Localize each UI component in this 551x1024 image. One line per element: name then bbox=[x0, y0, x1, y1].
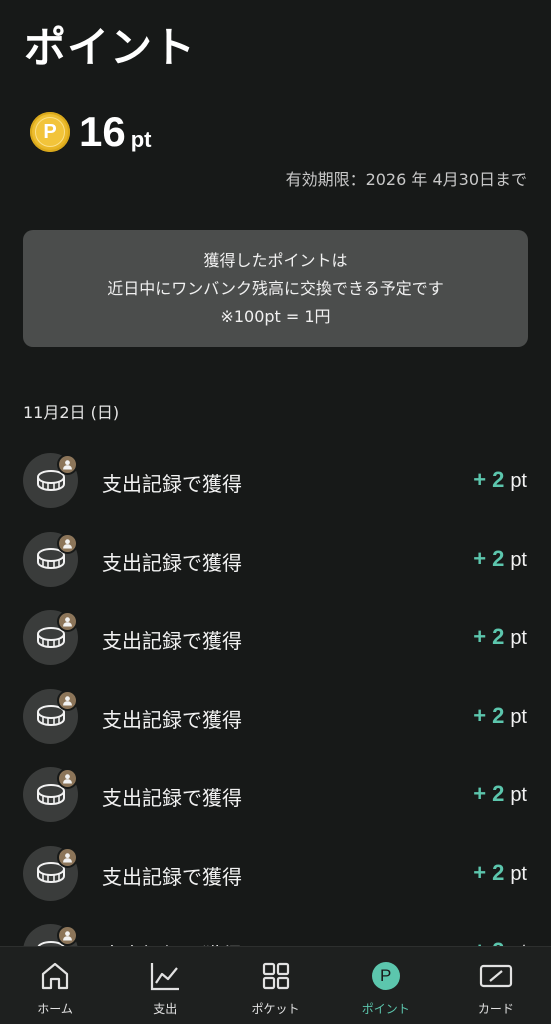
history-row[interactable]: 支出記録で獲得 + 2 pt bbox=[0, 529, 551, 608]
point-coin-icon: P bbox=[30, 112, 70, 152]
history-row-amount: + 2 pt bbox=[473, 624, 527, 650]
amount-sign: + bbox=[473, 702, 487, 728]
point-icon-letter: P bbox=[371, 962, 400, 990]
tab-card[interactable]: カード bbox=[441, 947, 551, 1024]
amount-unit: pt bbox=[510, 470, 527, 492]
history-row[interactable]: 支出記録で獲得 + 2 pt bbox=[0, 686, 551, 765]
bottom-tab-bar: ホーム 支出 ポケット P ポイント カード bbox=[0, 946, 551, 1024]
notice-line: 近日中にワンバンク残高に交換できる予定です bbox=[107, 278, 444, 298]
tab-home[interactable]: ホーム bbox=[0, 947, 110, 1024]
amount-unit: pt bbox=[510, 862, 527, 885]
tab-label: ホーム bbox=[37, 1002, 73, 1016]
amount-unit: pt bbox=[510, 627, 527, 649]
amount-sign: + bbox=[473, 545, 487, 571]
points-history-list: 支出記録で獲得 + 2 pt 支出記録で獲得 + 2 pt 支出記録で獲得 + … bbox=[0, 450, 551, 1000]
amount-value: 2 bbox=[492, 545, 505, 571]
page-title: ポイント bbox=[24, 23, 197, 72]
amount-sign: + bbox=[473, 624, 487, 649]
points-screen: ポイント P 16 pt 有効期限：2026 年 4月30日まで 獲得したポイン… bbox=[0, 0, 551, 1024]
history-row-amount: + 2 pt bbox=[473, 703, 527, 729]
history-row-label: 支出記録で獲得 bbox=[102, 472, 242, 496]
amount-unit: pt bbox=[510, 784, 527, 806]
amount-sign: + bbox=[473, 859, 487, 885]
grid-icon bbox=[258, 959, 294, 993]
card-icon bbox=[478, 959, 514, 993]
history-row-amount: + 2 pt bbox=[473, 546, 527, 572]
history-row-amount: + 2 pt bbox=[473, 467, 527, 493]
tab-label: 支出 bbox=[153, 1002, 178, 1016]
points-balance-unit: pt bbox=[130, 127, 152, 152]
tab-point[interactable]: P ポイント bbox=[331, 947, 441, 1024]
history-row-label: 支出記録で獲得 bbox=[102, 786, 242, 810]
amount-value: 2 bbox=[492, 781, 505, 806]
points-balance-value: 16 bbox=[79, 108, 126, 155]
user-icon bbox=[57, 454, 78, 475]
history-row-amount: + 2 pt bbox=[473, 781, 527, 807]
user-icon bbox=[57, 925, 78, 946]
notice-line: ※100pt = 1円 bbox=[220, 306, 331, 326]
user-icon bbox=[57, 846, 78, 868]
user-icon bbox=[57, 532, 78, 554]
notice-line: 獲得したポイントは bbox=[203, 250, 348, 270]
user-icon bbox=[57, 768, 78, 789]
points-notice-box: 獲得したポイントは 近日中にワンバンク残高に交換できる予定です ※100pt =… bbox=[23, 230, 528, 347]
user-icon bbox=[57, 689, 78, 711]
tab-chart-line[interactable]: 支出 bbox=[110, 947, 220, 1024]
amount-value: 2 bbox=[492, 624, 505, 649]
history-row-label: 支出記録で獲得 bbox=[102, 629, 242, 653]
history-row[interactable]: 支出記録で獲得 + 2 pt bbox=[0, 843, 551, 922]
amount-value: 2 bbox=[492, 702, 505, 728]
tab-label: カード bbox=[477, 1002, 514, 1016]
home-icon bbox=[37, 959, 73, 993]
points-expiry: 有効期限：2026 年 4月30日まで bbox=[285, 170, 527, 189]
amount-unit: pt bbox=[510, 548, 527, 571]
history-row-label: 支出記録で獲得 bbox=[102, 707, 242, 732]
points-balance: P 16 pt bbox=[30, 108, 151, 156]
history-row[interactable]: 支出記録で獲得 + 2 pt bbox=[0, 450, 551, 529]
history-row-amount: + 2 pt bbox=[473, 860, 527, 886]
amount-unit: pt bbox=[510, 705, 527, 728]
amount-sign: + bbox=[473, 781, 487, 806]
point-icon: P bbox=[368, 959, 404, 993]
history-row[interactable]: 支出記録で獲得 + 2 pt bbox=[0, 607, 551, 686]
point-coin-letter: P bbox=[35, 117, 65, 147]
history-date-header: 11月2日 (日) bbox=[23, 403, 120, 422]
user-icon bbox=[57, 611, 78, 632]
amount-value: 2 bbox=[492, 467, 505, 492]
history-row-label: 支出記録で獲得 bbox=[102, 550, 242, 575]
amount-value: 2 bbox=[492, 859, 505, 885]
chart-line-icon bbox=[147, 959, 183, 993]
tab-grid[interactable]: ポケット bbox=[220, 947, 330, 1024]
history-row[interactable]: 支出記録で獲得 + 2 pt bbox=[0, 764, 551, 843]
amount-sign: + bbox=[473, 467, 487, 492]
tab-label: ポイント bbox=[361, 1002, 410, 1016]
tab-label: ポケット bbox=[251, 1002, 300, 1016]
history-row-label: 支出記録で獲得 bbox=[102, 864, 242, 889]
